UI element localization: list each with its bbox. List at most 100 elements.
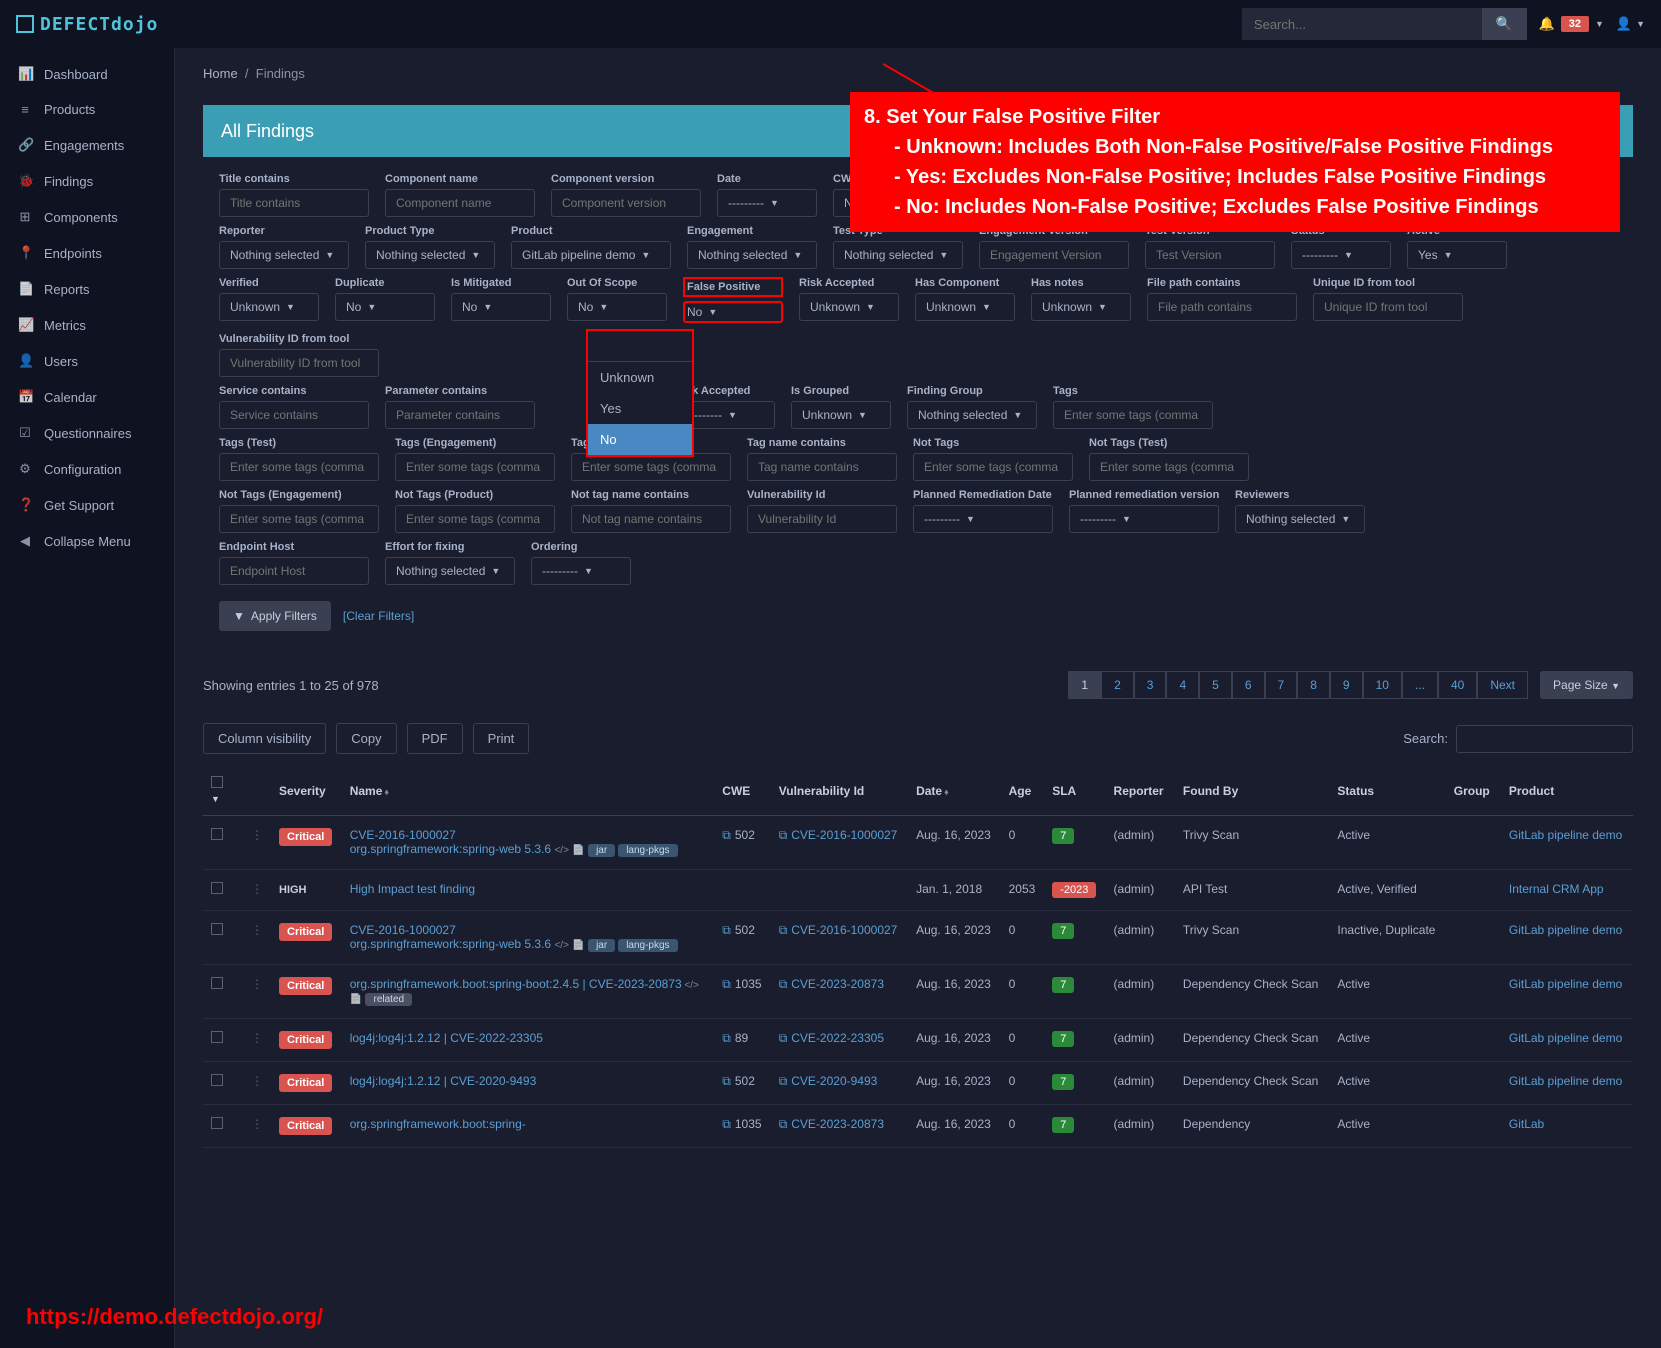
row-menu[interactable]: ⋮	[251, 1031, 263, 1045]
filter-select-engagement[interactable]: Nothing selected▼	[687, 241, 817, 269]
filter-input-not-tags-(engagement)[interactable]	[219, 505, 379, 533]
dropdown-option-no[interactable]: No	[588, 424, 692, 455]
dropdown-option-unknown[interactable]: Unknown	[588, 362, 692, 393]
apply-filters-button[interactable]: ▼ Apply Filters	[219, 601, 331, 631]
filter-select-false-positive[interactable]: No▼	[683, 301, 783, 323]
search-button[interactable]: 🔍	[1482, 8, 1527, 40]
sidebar-item-questionnaires[interactable]: ☑Questionnaires	[0, 415, 174, 451]
sidebar-item-products[interactable]: ≡Products	[0, 92, 174, 127]
column-header[interactable]: Severity	[271, 766, 342, 816]
column-header[interactable]: Product	[1501, 766, 1633, 816]
sidebar-item-components[interactable]: ⊞Components	[0, 199, 174, 235]
column-header[interactable]: Name♦	[342, 766, 715, 816]
filter-select-finding-group[interactable]: Nothing selected▼	[907, 401, 1037, 429]
clear-filters-link[interactable]: [Clear Filters]	[343, 609, 414, 623]
sidebar-item-findings[interactable]: 🐞Findings	[0, 163, 174, 199]
row-checkbox[interactable]	[211, 882, 223, 894]
column-header[interactable]: Age	[1001, 766, 1045, 816]
filter-select-verified[interactable]: Unknown▼	[219, 293, 319, 321]
page-7[interactable]: 7	[1265, 671, 1298, 699]
column-header[interactable]: Date♦	[908, 766, 1001, 816]
column-header[interactable]: Group	[1446, 766, 1501, 816]
page-...[interactable]: ...	[1402, 671, 1438, 699]
external-link-icon[interactable]: ⧉	[779, 1031, 788, 1045]
page-40[interactable]: 40	[1438, 671, 1477, 699]
sidebar-item-get-support[interactable]: ❓Get Support	[0, 487, 174, 523]
column-header[interactable]: ▼	[203, 766, 243, 816]
row-menu[interactable]: ⋮	[251, 828, 263, 842]
row-checkbox[interactable]	[211, 1031, 223, 1043]
external-link-icon[interactable]: ⧉	[779, 977, 788, 991]
finding-name-link[interactable]: org.springframework.boot:spring-	[350, 1117, 526, 1131]
filter-input-title-contains[interactable]	[219, 189, 369, 217]
filter-select-is-mitigated[interactable]: No▼	[451, 293, 551, 321]
filter-select-status[interactable]: ---------▼	[1291, 241, 1391, 269]
row-menu[interactable]: ⋮	[251, 1117, 263, 1131]
dropdown-search[interactable]	[588, 331, 692, 362]
filter-input-vulnerability-id[interactable]	[747, 505, 897, 533]
filter-input-parameter-contains[interactable]	[385, 401, 535, 429]
sidebar-item-engagements[interactable]: 🔗Engagements	[0, 127, 174, 163]
external-link-icon[interactable]: ⧉	[722, 1117, 731, 1131]
filter-select-reviewers[interactable]: Nothing selected▼	[1235, 505, 1365, 533]
select-all-checkbox[interactable]	[211, 776, 223, 788]
filter-select-product[interactable]: GitLab pipeline demo▼	[511, 241, 671, 269]
breadcrumb-home[interactable]: Home	[203, 66, 238, 81]
user-menu[interactable]: 👤 ▼	[1616, 16, 1645, 32]
sidebar-item-reports[interactable]: 📄Reports	[0, 271, 174, 307]
page-2[interactable]: 2	[1101, 671, 1134, 699]
filter-input-vulnerability-id-from-tool[interactable]	[219, 349, 379, 377]
filter-select-is-grouped[interactable]: Unknown▼	[791, 401, 891, 429]
tag-pill[interactable]: jar	[588, 844, 615, 857]
filter-input-tags[interactable]	[1053, 401, 1213, 429]
page-size-button[interactable]: Page Size ▼	[1540, 671, 1633, 699]
finding-name-link[interactable]: log4j:log4j:1.2.12 | CVE-2020-9493	[350, 1074, 537, 1088]
external-link-icon[interactable]: ⧉	[722, 828, 731, 842]
filter-input-endpoint-host[interactable]	[219, 557, 369, 585]
finding-name-link[interactable]: High Impact test finding	[350, 882, 475, 896]
finding-name-link[interactable]: CVE-2016-1000027	[350, 923, 456, 937]
external-link-icon[interactable]: ⧉	[722, 923, 731, 937]
filter-input-service-contains[interactable]	[219, 401, 369, 429]
tag-pill[interactable]: lang-pkgs	[618, 844, 677, 857]
sidebar-item-endpoints[interactable]: 📍Endpoints	[0, 235, 174, 271]
row-checkbox[interactable]	[211, 1117, 223, 1129]
filter-select-test-type[interactable]: Nothing selected▼	[833, 241, 963, 269]
row-checkbox[interactable]	[211, 1074, 223, 1086]
print-button[interactable]: Print	[473, 723, 530, 754]
column-header[interactable]	[243, 766, 271, 816]
filter-input-not-tags-(test)[interactable]	[1089, 453, 1249, 481]
column-visibility-button[interactable]: Column visibility	[203, 723, 326, 754]
search-input[interactable]	[1242, 8, 1482, 40]
row-checkbox[interactable]	[211, 828, 223, 840]
filter-select-has-notes[interactable]: Unknown▼	[1031, 293, 1131, 321]
row-menu[interactable]: ⋮	[251, 882, 263, 896]
filter-input-component-name[interactable]	[385, 189, 535, 217]
column-header[interactable]: Found By	[1175, 766, 1329, 816]
page-1[interactable]: 1	[1068, 671, 1101, 699]
filter-input-tags-(test)[interactable]	[219, 453, 379, 481]
filter-input-tags-(product)[interactable]	[571, 453, 731, 481]
tag-pill[interactable]: jar	[588, 939, 615, 952]
external-link-icon[interactable]: ⧉	[779, 923, 788, 937]
row-menu[interactable]: ⋮	[251, 1074, 263, 1088]
tag-pill[interactable]: lang-pkgs	[618, 939, 677, 952]
filter-select-effort-for-fixing[interactable]: Nothing selected▼	[385, 557, 515, 585]
column-header[interactable]: Status	[1329, 766, 1445, 816]
page-8[interactable]: 8	[1297, 671, 1330, 699]
page-10[interactable]: 10	[1363, 671, 1402, 699]
external-link-icon[interactable]: ⧉	[722, 1074, 731, 1088]
pdf-button[interactable]: PDF	[407, 723, 463, 754]
page-9[interactable]: 9	[1330, 671, 1363, 699]
filter-input-not-tags-(product)[interactable]	[395, 505, 555, 533]
column-header[interactable]: SLA	[1044, 766, 1105, 816]
row-checkbox[interactable]	[211, 977, 223, 989]
row-checkbox[interactable]	[211, 923, 223, 935]
row-menu[interactable]: ⋮	[251, 923, 263, 937]
filter-select-has-component[interactable]: Unknown▼	[915, 293, 1015, 321]
filter-select-out-of-scope[interactable]: No▼	[567, 293, 667, 321]
filter-input-not-tag-name-contains[interactable]	[571, 505, 731, 533]
filter-input-tag-name-contains[interactable]	[747, 453, 897, 481]
filter-input-test-version[interactable]	[1145, 241, 1275, 269]
notifications[interactable]: 🔔 32 ▼	[1539, 16, 1604, 32]
